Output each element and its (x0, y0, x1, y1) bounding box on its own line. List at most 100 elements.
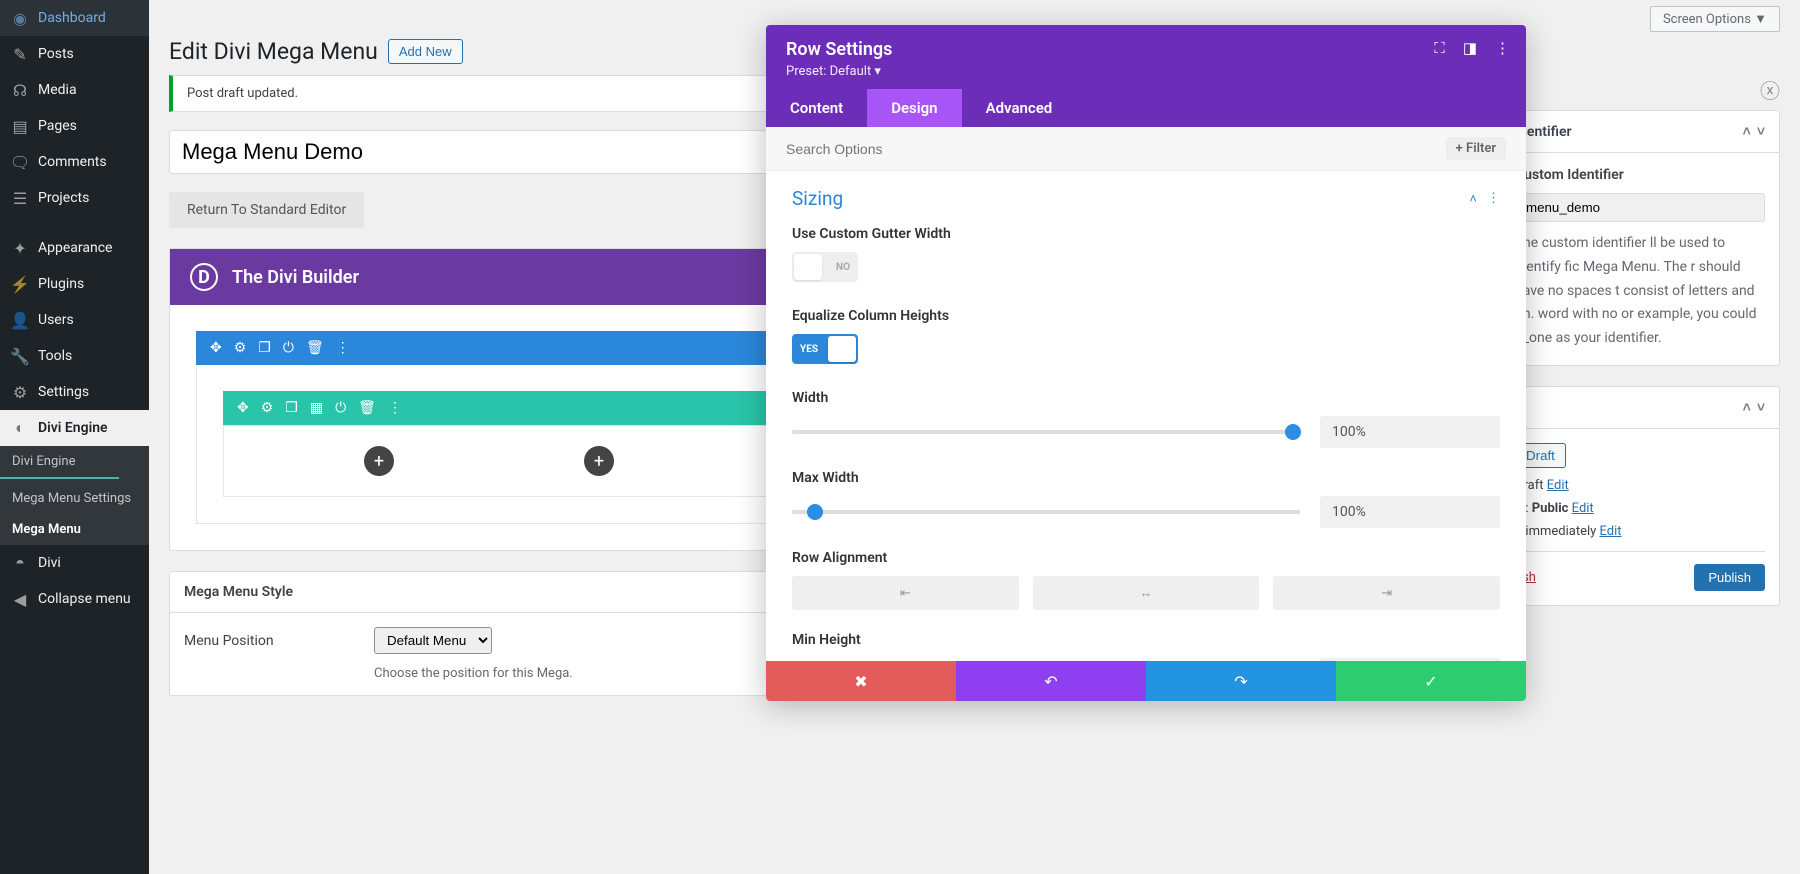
status-edit-link[interactable]: Edit (1547, 478, 1569, 493)
menu-projects[interactable]: ☰Projects (0, 180, 149, 216)
snap-icon[interactable]: ◨ (1463, 39, 1477, 57)
align-left-button[interactable]: ⇤ (792, 576, 1019, 610)
menu-divi[interactable]: ◓Divi (0, 545, 149, 581)
menu-collapse[interactable]: ◀Collapse menu (0, 581, 149, 617)
align-right-button[interactable]: ⇥ (1273, 576, 1500, 610)
redo-button[interactable]: ↷ (1146, 661, 1336, 701)
section-move-icon[interactable]: ✥ (210, 340, 222, 356)
modal-more-icon[interactable]: ⋮ (1495, 39, 1510, 57)
pages-icon: ▤ (10, 116, 30, 136)
menu-media[interactable]: ☊Media (0, 72, 149, 108)
maxwidth-label: Max Width (792, 470, 1500, 486)
submenu-divi-engine-main[interactable]: Divi Engine (0, 446, 149, 477)
menu-settings[interactable]: ⚙Settings (0, 374, 149, 410)
width-slider[interactable] (792, 430, 1300, 434)
identifier-desc: one custom identifier ll be used to iden… (1515, 232, 1765, 351)
modal-search-bar: + Filter (766, 127, 1526, 171)
cancel-button[interactable]: ✖ (766, 661, 956, 701)
maxwidth-slider[interactable] (792, 510, 1300, 514)
modal-body: Sizing ˄⋮ Use Custom Gutter Width NO Equ… (766, 171, 1526, 661)
return-standard-editor-button[interactable]: Return To Standard Editor (169, 192, 364, 228)
section-more-icon[interactable]: ⋮ (336, 340, 350, 356)
chevron-down-icon[interactable]: ˅ (1757, 399, 1765, 416)
screen-options-button[interactable]: Screen Options ▼ (1650, 6, 1780, 32)
collapse-icon: ◀ (10, 589, 30, 609)
preset-dropdown[interactable]: Preset: Default ▾ (786, 64, 1506, 79)
modal-tabs: Content Design Advanced (766, 89, 1526, 127)
maxwidth-value-input[interactable]: 100% (1320, 496, 1500, 528)
row-more-icon[interactable]: ⋮ (388, 400, 402, 416)
tab-content[interactable]: Content (766, 89, 867, 127)
media-icon: ☊ (10, 80, 30, 100)
settings-icon: ⚙ (10, 382, 30, 402)
divi-icon: ◓ (10, 553, 30, 573)
width-label: Width (792, 390, 1500, 406)
filter-button[interactable]: + Filter (1446, 137, 1506, 160)
tab-advanced[interactable]: Advanced (962, 89, 1077, 127)
save-button[interactable]: ✓ (1336, 661, 1526, 701)
menu-users[interactable]: 👤Users (0, 302, 149, 338)
publish-box: ˄˅ Draft Draft Edit ty: Public Edit n im… (1500, 386, 1780, 606)
comments-icon: 🗨 (10, 152, 30, 172)
sizing-accordion[interactable]: Sizing ˄⋮ (792, 187, 1500, 210)
chevron-up-icon[interactable]: ˄ (1743, 399, 1751, 416)
publish-button[interactable]: Publish (1694, 564, 1765, 591)
submenu-mega-menu[interactable]: Mega Menu (0, 514, 149, 545)
identifier-box: Identifier ˄˅ Custom Identifier one cust… (1500, 110, 1780, 366)
dismiss-icon[interactable]: ⓧ (1760, 75, 1780, 104)
menu-plugins[interactable]: ⚡Plugins (0, 266, 149, 302)
align-center-button[interactable]: ↔ (1033, 576, 1260, 610)
row-move-icon[interactable]: ✥ (237, 400, 249, 416)
row-settings-modal: Row Settings Preset: Default ▾ ⛶ ◨ ⋮ Con… (766, 25, 1526, 701)
equalize-toggle[interactable]: YES (792, 334, 858, 364)
builder-title: The Divi Builder (232, 267, 359, 288)
row-power-icon[interactable]: ⏻ (335, 400, 346, 416)
section-settings-icon[interactable]: ⚙ (234, 340, 247, 356)
admin-sidebar: ◉Dashboard ✎Posts ☊Media ▤Pages 🗨Comment… (0, 0, 149, 874)
pin-icon: ✎ (10, 44, 30, 64)
section-delete-icon[interactable]: 🗑 (306, 340, 324, 356)
visibility-edit-link[interactable]: Edit (1572, 501, 1594, 516)
identifier-subhead: Custom Identifier (1515, 167, 1765, 183)
section-power-icon[interactable]: ⏻ (283, 340, 294, 356)
row-delete-icon[interactable]: 🗑 (358, 400, 376, 416)
menu-divi-engine[interactable]: ◐Divi Engine (0, 410, 149, 446)
menu-posts[interactable]: ✎Posts (0, 36, 149, 72)
add-module-button-2[interactable]: + (584, 446, 614, 476)
menu-pages[interactable]: ▤Pages (0, 108, 149, 144)
width-value-input[interactable]: 100% (1320, 416, 1500, 448)
submenu-mega-settings[interactable]: Mega Menu Settings (0, 483, 149, 514)
tools-icon: 🔧 (10, 346, 30, 366)
minheight-label: Min Height (792, 632, 1500, 648)
menu-comments[interactable]: 🗨Comments (0, 144, 149, 180)
submenu-divi-engine: Divi Engine Mega Menu Settings Mega Menu (0, 446, 149, 545)
row-settings-icon[interactable]: ⚙ (261, 400, 274, 416)
add-module-button-1[interactable]: + (364, 446, 394, 476)
gutter-label: Use Custom Gutter Width (792, 226, 1500, 242)
divi-engine-icon: ◐ (10, 418, 30, 438)
menu-tools[interactable]: 🔧Tools (0, 338, 149, 374)
section-duplicate-icon[interactable]: ❐ (258, 340, 271, 356)
row-columns-icon[interactable]: ▦ (310, 400, 323, 416)
plugins-icon: ⚡ (10, 274, 30, 294)
expand-icon[interactable]: ⛶ (1434, 39, 1445, 57)
identifier-input[interactable] (1515, 193, 1765, 222)
gutter-toggle[interactable]: NO (792, 252, 858, 282)
add-new-button[interactable]: Add New (388, 39, 463, 64)
menu-position-label: Menu Position (184, 633, 374, 649)
divi-logo-icon: D (190, 263, 218, 291)
menu-appearance[interactable]: ✦Appearance (0, 230, 149, 266)
menu-position-select[interactable]: Default Menu (374, 627, 492, 654)
publish-edit-link[interactable]: Edit (1600, 524, 1622, 539)
undo-button[interactable]: ↶ (956, 661, 1146, 701)
row-duplicate-icon[interactable]: ❐ (285, 400, 298, 416)
mm-style-title: Mega Menu Style (184, 584, 293, 600)
accordion-collapse-icon[interactable]: ˄ (1469, 191, 1477, 207)
chevron-down-icon[interactable]: ˅ (1757, 123, 1765, 140)
tab-design[interactable]: Design (867, 89, 961, 127)
menu-dashboard[interactable]: ◉Dashboard (0, 0, 149, 36)
accordion-more-icon[interactable]: ⋮ (1487, 191, 1500, 207)
page-title: Edit Divi Mega Menu (169, 38, 378, 65)
chevron-up-icon[interactable]: ˄ (1743, 123, 1751, 140)
search-options-input[interactable] (786, 141, 1446, 157)
